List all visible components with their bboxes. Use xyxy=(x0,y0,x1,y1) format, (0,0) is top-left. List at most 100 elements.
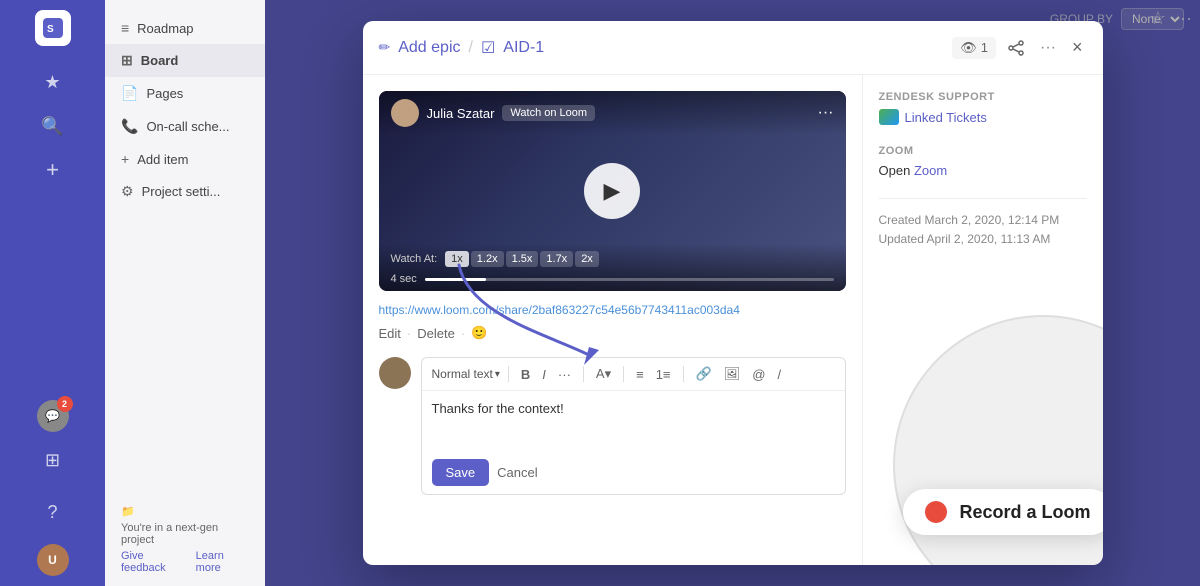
speed-1-7x[interactable]: 1.7x xyxy=(540,251,573,267)
zoom-title: Zoom xyxy=(879,145,1087,157)
right-divider xyxy=(879,198,1087,199)
zoom-link[interactable]: Zoom xyxy=(914,163,947,178)
comment-footer: Save Cancel xyxy=(422,451,845,494)
sidebar-icon-search[interactable]: 🔍 xyxy=(33,106,73,146)
text-color-button[interactable]: A▾ xyxy=(592,364,615,384)
breadcrumb-epic-link[interactable]: Add epic xyxy=(398,39,460,57)
comment-toolbar: Normal text ▾ B I ··· A▾ ≡ xyxy=(422,358,845,391)
ticket-icon xyxy=(879,109,899,125)
roadmap-icon: ≡ xyxy=(121,20,129,36)
sidebar-item-label: Project setti... xyxy=(142,184,221,199)
toolbar-separator-3 xyxy=(623,366,624,382)
bullet-list-button[interactable]: ≡ xyxy=(632,365,648,384)
video-container: Julia Szatar Watch on Loom ··· ▶ Watch A… xyxy=(379,91,846,291)
give-feedback-link[interactable]: Give feedback xyxy=(121,550,188,574)
emoji-button[interactable]: 🙂 xyxy=(471,325,487,341)
record-loom-button[interactable]: Record a Loom xyxy=(903,489,1102,535)
sidebar-item-label: Roadmap xyxy=(137,21,193,36)
comment-box: Normal text ▾ B I ··· A▾ ≡ xyxy=(421,357,846,495)
svg-text:S: S xyxy=(47,24,54,35)
sidebar-item-label: Pages xyxy=(146,86,183,101)
mention-button[interactable]: @ xyxy=(748,365,769,384)
linked-tickets-label: Linked Tickets xyxy=(905,110,987,125)
delete-link[interactable]: Delete xyxy=(417,326,455,341)
settings-icon: ⚙ xyxy=(121,183,134,200)
video-progress-bar[interactable] xyxy=(425,278,834,281)
learn-more-link[interactable]: Learn more xyxy=(196,550,249,574)
record-dot-icon xyxy=(925,501,947,523)
video-progress-fill xyxy=(425,278,486,281)
help-icon[interactable]: ? xyxy=(33,492,73,532)
close-button[interactable]: × xyxy=(1068,33,1087,62)
sidebar-icon-star[interactable]: ★ xyxy=(33,62,73,102)
command-button[interactable]: / xyxy=(773,365,785,384)
more-format-button[interactable]: ··· xyxy=(554,365,575,384)
breadcrumb-id-link[interactable]: AID-1 xyxy=(503,39,544,57)
modal-overlay: ✏ Add epic / ☑ AID-1 👁 1 xyxy=(265,0,1200,586)
dates-section: Created March 2, 2020, 12:14 PM Updated … xyxy=(879,211,1087,249)
comment-text[interactable]: Thanks for the context! xyxy=(422,391,845,451)
next-gen-folder-icon: 📁 xyxy=(121,506,135,518)
video-author-avatar xyxy=(391,99,419,127)
sidebar-item-label: Board xyxy=(141,53,179,68)
more-button[interactable]: ··· xyxy=(1036,35,1060,61)
modal-header: ✏ Add epic / ☑ AID-1 👁 1 xyxy=(363,21,1103,75)
user-avatar[interactable]: U xyxy=(37,544,69,576)
app-logo[interactable]: S xyxy=(35,10,71,46)
sidebar-item-label: On-call sche... xyxy=(146,119,229,134)
pencil-icon: ✏ xyxy=(379,39,391,56)
notifications-button[interactable]: 💬 2 xyxy=(37,400,69,432)
zoom-value: Open Zoom xyxy=(879,163,1087,178)
sidebar-item-pages[interactable]: 📄 Pages xyxy=(105,77,265,110)
eye-icon: 👁 xyxy=(960,40,977,56)
speed-1x[interactable]: 1x xyxy=(445,251,469,267)
share-icon xyxy=(1008,40,1024,56)
additem-icon: + xyxy=(121,151,129,167)
sidebar-item-board[interactable]: ⊞ Board xyxy=(105,44,265,77)
watch-count: 👁 1 xyxy=(952,37,996,59)
link-button[interactable]: 🔗 xyxy=(692,364,716,384)
modal-actions: 👁 1 ··· × xyxy=(952,33,1086,62)
sidebar-icon-add[interactable]: + xyxy=(33,150,73,190)
zoom-section: Zoom Open Zoom xyxy=(879,145,1087,178)
speed-2x[interactable]: 2x xyxy=(575,251,599,267)
linked-tickets[interactable]: Linked Tickets xyxy=(879,109,1087,125)
save-button[interactable]: Save xyxy=(432,459,490,486)
progress-row: 4 sec xyxy=(391,273,834,285)
notification-badge: 2 xyxy=(57,396,73,412)
sidebar-item-label: Add item xyxy=(137,152,188,167)
edit-link[interactable]: Edit xyxy=(379,326,401,341)
watch-count-value: 1 xyxy=(981,40,988,55)
speed-1-5x[interactable]: 1.5x xyxy=(506,251,539,267)
left-navigation: ≡ Roadmap ⊞ Board 📄 Pages 📞 On-call sche… xyxy=(105,0,265,586)
main-content: GROUP BY None ☆ ··· ✏ Add epic / ☑ AID-1 xyxy=(265,0,1200,586)
video-time: 4 sec xyxy=(391,273,417,285)
sidebar-item-roadmap[interactable]: ≡ Roadmap xyxy=(105,12,265,44)
speed-1-2x[interactable]: 1.2x xyxy=(471,251,504,267)
ordered-list-button[interactable]: 1≡ xyxy=(652,365,675,384)
video-top-bar: Julia Szatar Watch on Loom ··· xyxy=(379,91,846,135)
watch-on-loom-button[interactable]: Watch on Loom xyxy=(502,105,595,121)
loom-url-link[interactable]: https://www.loom.com/share/2baf863227c54… xyxy=(379,303,846,317)
image-button[interactable]: 🖼 xyxy=(720,364,745,384)
sidebar-item-settings[interactable]: ⚙ Project setti... xyxy=(105,175,265,208)
record-loom-label: Record a Loom xyxy=(959,502,1090,523)
share-button[interactable] xyxy=(1004,36,1028,60)
next-gen-text: You're in a next-gen project xyxy=(121,522,249,546)
apps-icon[interactable]: ⊞ xyxy=(33,440,73,480)
board-icon: ⊞ xyxy=(121,52,133,69)
text-format-select[interactable]: Normal text ▾ xyxy=(432,367,500,381)
commenter-avatar xyxy=(379,357,411,389)
italic-button[interactable]: I xyxy=(538,365,550,384)
bold-button[interactable]: B xyxy=(517,365,534,384)
video-options-icon[interactable]: ··· xyxy=(818,104,834,122)
ticket-modal: ✏ Add epic / ☑ AID-1 👁 1 xyxy=(363,21,1103,565)
zendesk-section: Zendesk Support Linked Tickets xyxy=(879,91,1087,125)
sidebar-item-additem[interactable]: + Add item xyxy=(105,143,265,175)
toolbar-separator-2 xyxy=(583,366,584,382)
sidebar-item-oncall[interactable]: 📞 On-call sche... xyxy=(105,110,265,143)
cancel-button[interactable]: Cancel xyxy=(497,465,537,480)
updated-date: Updated April 2, 2020, 11:13 AM xyxy=(879,230,1087,249)
play-button[interactable]: ▶ xyxy=(584,163,640,219)
comment-area: Normal text ▾ B I ··· A▾ ≡ xyxy=(379,357,846,495)
